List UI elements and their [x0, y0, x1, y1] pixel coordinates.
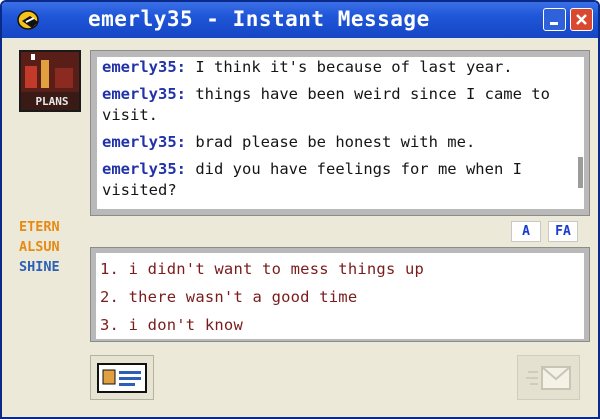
reply-option-3[interactable]: 3. i don't know	[96, 311, 584, 339]
badge-line-3: SHINE	[19, 259, 60, 275]
font-button[interactable]: A	[511, 221, 541, 242]
im-window: emerly35 - Instant Message PLANS emerly3…	[0, 0, 600, 419]
buddy-icon[interactable]: PLANS	[19, 50, 81, 112]
chat-scrollbar-thumb[interactable]	[578, 157, 583, 188]
message-sender: emerly35	[102, 58, 177, 76]
title-bar[interactable]: emerly35 - Instant Message	[2, 2, 598, 38]
close-icon	[576, 14, 587, 25]
message-text: brad please be honest with me.	[195, 133, 476, 151]
send-button[interactable]	[517, 355, 580, 400]
reply-option-2[interactable]: 2. there wasn't a good time	[96, 283, 584, 311]
message-sender: emerly35	[102, 133, 177, 151]
reply-option-1[interactable]: 1. i didn't want to mess things up	[96, 255, 584, 283]
window-title: emerly35 - Instant Message	[88, 7, 430, 31]
profile-button[interactable]	[90, 355, 154, 400]
chat-message: emerly35: I think it's because of last y…	[102, 58, 513, 76]
message-sender: emerly35	[102, 85, 177, 103]
message-sender: emerly35	[102, 160, 177, 178]
minimize-icon	[550, 22, 558, 25]
minimize-button[interactable]	[543, 8, 566, 31]
send-envelope-icon	[525, 365, 571, 390]
chat-message: emerly35: did you have feelings for me w…	[102, 160, 522, 199]
badge-line-2: ALSUN	[19, 239, 60, 255]
chat-message: emerly35: things have been weird since I…	[102, 85, 550, 124]
badge-line-1: ETERN	[19, 219, 60, 235]
chat-history[interactable]: emerly35: I think it's because of last y…	[97, 57, 584, 209]
profile-card-icon	[97, 362, 147, 393]
aim-running-man-icon	[16, 8, 44, 32]
font-color-button[interactable]: FA	[548, 221, 578, 242]
chat-message: emerly35: brad please be honest with me.	[102, 133, 476, 151]
reply-options: 1. i didn't want to mess things up 2. th…	[96, 253, 584, 339]
close-button[interactable]	[570, 8, 593, 31]
buddy-icon-text: PLANS	[35, 95, 69, 108]
eternal-sunshine-badge[interactable]: ETERN ALSUN SHINE	[19, 217, 81, 279]
message-text: I think it's because of last year.	[195, 58, 513, 76]
